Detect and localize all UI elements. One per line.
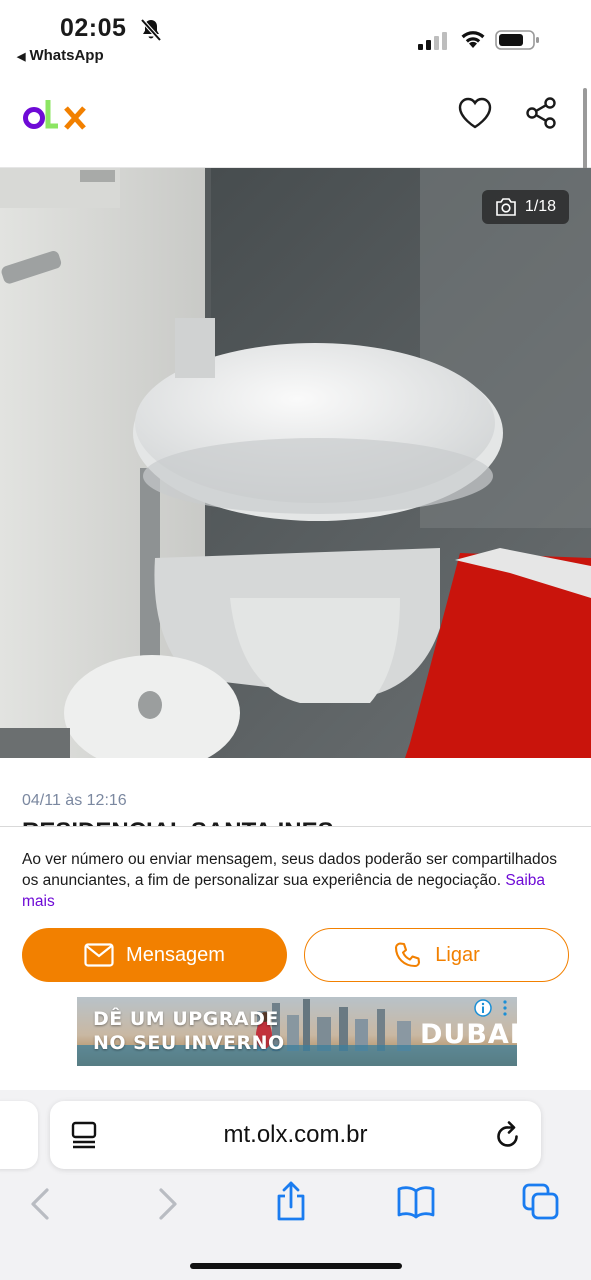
- ad-line-1: DÊ UM UPGRADE: [93, 1008, 279, 1030]
- back-app-label: WhatsApp: [29, 47, 104, 64]
- home-indicator[interactable]: [190, 1263, 402, 1269]
- camera-icon: [496, 198, 516, 216]
- ad-banner[interactable]: DÊ UM UPGRADE NO SEU INVERNO DUBAI: [77, 997, 517, 1066]
- site-header: [0, 78, 591, 168]
- previous-tab-preview[interactable]: [0, 1101, 38, 1169]
- back-chevron-icon[interactable]: [27, 1186, 53, 1222]
- page-scrollbar[interactable]: [583, 88, 587, 178]
- post-date: 04/11 às 12:16: [22, 792, 127, 809]
- forward-chevron-icon[interactable]: [155, 1186, 181, 1222]
- favorite-heart-icon[interactable]: [457, 96, 493, 130]
- ad-headline: DÊ UM UPGRADE NO SEU INVERNO: [93, 1007, 285, 1055]
- ad-options-icon[interactable]: [501, 999, 509, 1017]
- share-icon[interactable]: [524, 96, 558, 130]
- wifi-icon: [461, 31, 485, 48]
- tabs-overview-icon[interactable]: [522, 1183, 560, 1221]
- status-time: 02:05: [60, 14, 127, 42]
- photo-gallery[interactable]: 1/18: [0, 168, 591, 758]
- listing-photo: [0, 168, 591, 758]
- url-text: mt.olx.com.br: [223, 1121, 368, 1148]
- call-button-label: Ligar: [435, 943, 480, 966]
- photo-counter: 1/18: [482, 190, 569, 224]
- ad-brand: DUBAI: [420, 1019, 517, 1050]
- address-bar[interactable]: mt.olx.com.br: [50, 1101, 541, 1169]
- phone-icon: [395, 942, 421, 968]
- bookmarks-book-icon[interactable]: [396, 1185, 436, 1219]
- olx-logo[interactable]: [22, 94, 90, 134]
- message-button-label: Mensagem: [126, 943, 225, 966]
- browser-toolbar: mt.olx.com.br: [0, 1090, 591, 1280]
- battery-icon: [495, 30, 539, 50]
- share-sheet-icon[interactable]: [274, 1180, 308, 1222]
- contact-panel: Ao ver número ou enviar mensagem, seus d…: [0, 827, 591, 1090]
- back-triangle-icon: ◀: [17, 51, 26, 63]
- disclaimer-text: Ao ver número ou enviar mensagem, seus d…: [22, 851, 558, 889]
- cellular-signal-icon: [418, 32, 447, 50]
- photo-counter-label: 1/18: [524, 198, 557, 215]
- reload-icon[interactable]: [494, 1120, 522, 1150]
- message-button[interactable]: Mensagem: [22, 928, 287, 982]
- envelope-icon: [84, 943, 114, 967]
- silent-bell-icon: [140, 18, 162, 42]
- call-button[interactable]: Ligar: [304, 928, 569, 982]
- ad-info-icon[interactable]: [474, 999, 492, 1017]
- back-to-app[interactable]: ◀ WhatsApp: [17, 47, 104, 64]
- status-bar: 02:05 ◀ WhatsApp: [0, 0, 591, 78]
- ad-line-2: NO SEU INVERNO: [93, 1032, 285, 1054]
- privacy-disclaimer: Ao ver número ou enviar mensagem, seus d…: [22, 849, 572, 912]
